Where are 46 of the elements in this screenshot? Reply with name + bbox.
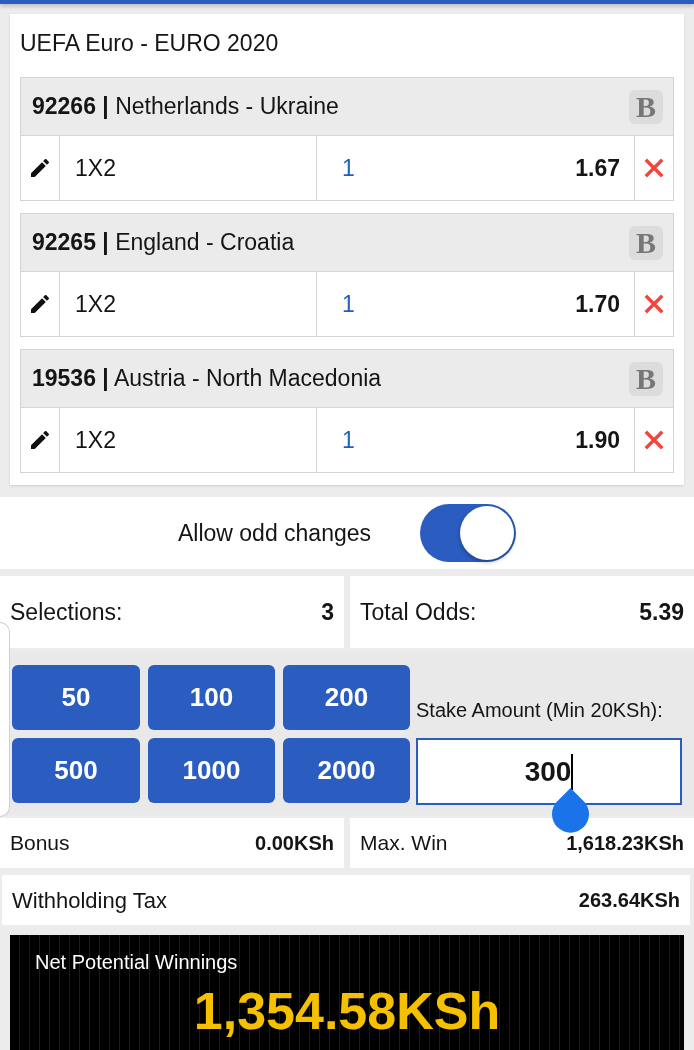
totals-label: Bonus — [10, 830, 70, 857]
quick-stake-button[interactable]: 200 — [283, 665, 410, 730]
event-title: 19536 | Austria - North Macedonia — [32, 364, 382, 394]
summary-label: Total Odds: — [360, 597, 477, 627]
summary-value: 3 — [321, 597, 334, 627]
competition-title: UEFA Euro - EURO 2020 — [20, 28, 279, 58]
remove-icon[interactable] — [643, 157, 665, 179]
market-cell: 1X2 — [60, 408, 317, 472]
net-winnings-value: 1,354.58KSh — [193, 985, 501, 1037]
badge: B — [629, 225, 663, 260]
odds-text: 1.70 — [575, 289, 620, 319]
selection-handle-icon[interactable] — [552, 788, 589, 836]
pick-text: 1 — [342, 289, 355, 319]
pencil-icon[interactable] — [31, 159, 49, 177]
stake-label: Stake Amount (Min 20KSh): — [416, 698, 663, 723]
remove-icon[interactable] — [643, 293, 665, 315]
tax-label: Withholding Tax — [12, 886, 167, 915]
market-cell: 1X2 — [60, 272, 317, 336]
totals-value: 0.00KSh — [255, 831, 334, 856]
remove-icon[interactable] — [643, 429, 665, 451]
odds-text: 1.90 — [575, 425, 620, 455]
quick-stake-button[interactable]: 100 — [148, 665, 275, 730]
net-winnings-label: Net Potential Winnings — [34, 950, 238, 975]
pick-text: 1 — [342, 425, 355, 455]
quick-stake-button[interactable]: 50 — [12, 665, 140, 730]
pencil-icon[interactable] — [31, 295, 49, 313]
odds-text: 1.67 — [575, 153, 620, 183]
toggle-switch[interactable] — [420, 504, 517, 562]
market-cell: 1X2 — [60, 136, 317, 200]
tax-value: 263.64KSh — [578, 888, 680, 913]
quick-stake-button[interactable]: 500 — [12, 738, 140, 803]
summary-value: 5.39 — [639, 597, 684, 627]
badge: B — [629, 89, 663, 124]
event-title: 92265 | England - Croatia — [32, 228, 295, 258]
text-cursor-icon — [571, 753, 574, 790]
quick-stake-button[interactable]: 1000 — [148, 738, 275, 803]
summary-label: Selections: — [10, 597, 123, 627]
totals-label: Max. Win — [360, 830, 448, 857]
totals-value: 1,618.23KSh — [566, 831, 684, 856]
pencil-icon[interactable] — [31, 431, 49, 449]
pick-text: 1 — [342, 153, 355, 183]
stake-input[interactable]: 300 — [416, 738, 682, 805]
event-title: 92266 | Netherlands - Ukraine — [32, 92, 339, 122]
quick-stake-button[interactable]: 2000 — [283, 738, 410, 803]
toggle-label: Allow odd changes — [177, 518, 372, 548]
badge: B — [629, 361, 663, 396]
